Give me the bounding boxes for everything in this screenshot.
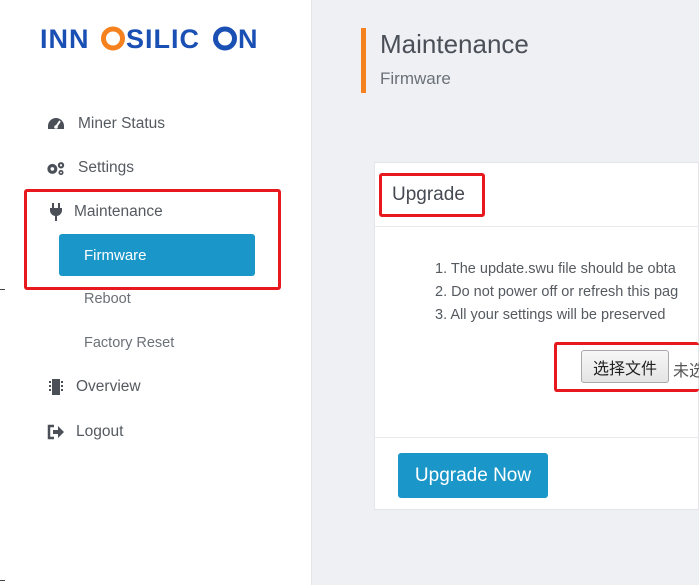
sidebar-item-label: Overview	[76, 378, 141, 395]
note-line: 3. All your settings will be preserved	[435, 307, 666, 323]
sidebar-item-label: Logout	[76, 423, 124, 440]
svg-text:INN: INN	[40, 24, 90, 54]
chip-icon	[46, 377, 66, 397]
svg-text:N: N	[238, 24, 258, 54]
svg-text:SILIC: SILIC	[126, 24, 200, 54]
dashboard-icon	[46, 114, 66, 134]
upgrade-now-button[interactable]: Upgrade Now	[398, 453, 548, 498]
note-line: 2. Do not power off or refresh this pag	[435, 284, 679, 300]
card-divider	[374, 437, 699, 438]
card-divider	[374, 226, 699, 227]
sidebar	[0, 0, 312, 585]
gears-icon	[46, 158, 66, 178]
title-accent-bar	[361, 28, 366, 93]
sidebar-item-miner-status[interactable]: Miner Status	[46, 114, 165, 134]
sidebar-item-label: Miner Status	[78, 115, 166, 132]
highlight-box-file	[554, 342, 699, 392]
sidebar-item-logout[interactable]: Logout	[46, 422, 123, 442]
edge-marker	[0, 580, 5, 581]
page-subtitle: Firmware	[380, 69, 451, 88]
sidebar-item-settings[interactable]: Settings	[46, 158, 134, 178]
highlight-box-upgrade	[379, 173, 485, 217]
sidebar-item-label: Settings	[78, 159, 135, 176]
highlight-box-maintenance	[24, 189, 281, 290]
edge-marker	[0, 289, 5, 290]
sidebar-subitem-factory-reset[interactable]: Factory Reset	[84, 335, 174, 351]
sidebar-item-overview[interactable]: Overview	[46, 377, 141, 397]
note-line: 1. The update.swu file should be obta	[435, 261, 676, 277]
innosilicon-logo: INN SILIC N	[40, 22, 280, 56]
sidebar-subitem-reboot[interactable]: Reboot	[84, 291, 131, 307]
page-title: Maintenance	[380, 29, 529, 59]
sign-out-icon	[46, 422, 66, 442]
